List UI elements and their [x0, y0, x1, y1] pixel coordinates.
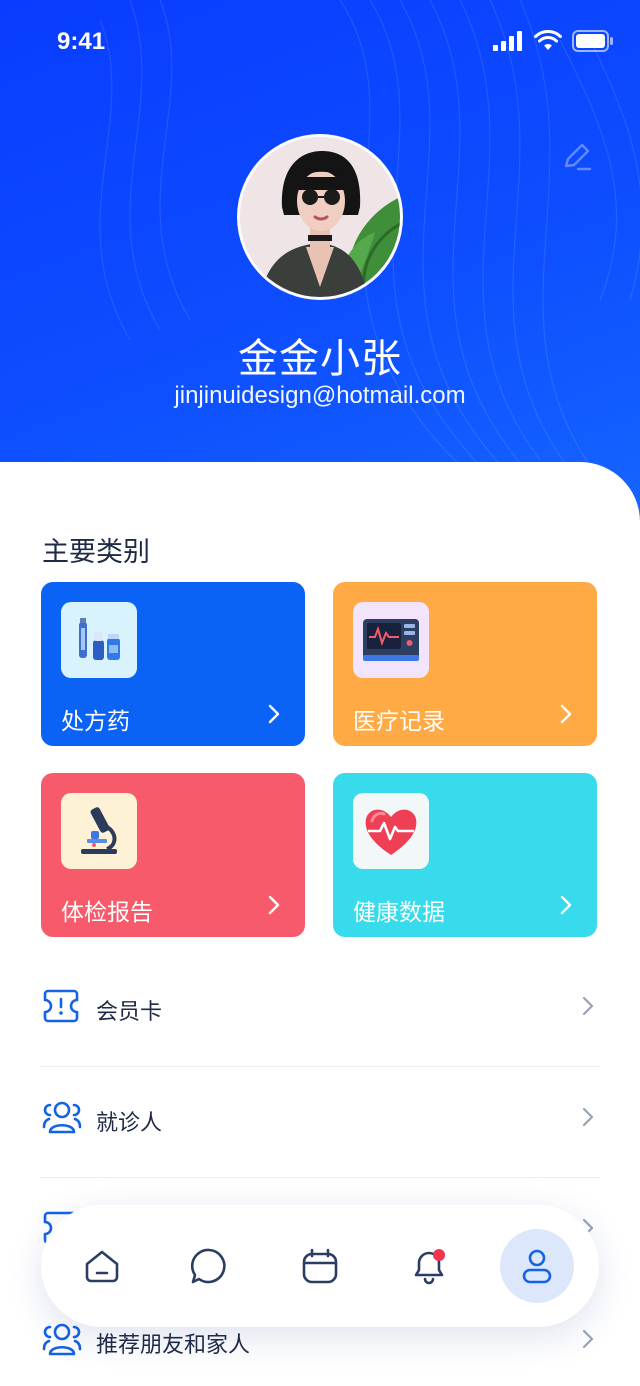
nav-chat-button[interactable] [172, 1229, 246, 1303]
home-icon [85, 1250, 119, 1283]
card-label: 医疗记录 [353, 709, 445, 735]
battery-icon [572, 30, 613, 52]
edit-icon[interactable] [560, 140, 594, 174]
monitor-icon [353, 602, 429, 678]
microscope-icon [61, 793, 137, 869]
bell-icon [414, 1249, 445, 1285]
menu-item-label: 推荐朋友和家人 [96, 1333, 251, 1358]
chevron-right-icon [268, 704, 280, 724]
category-card-prescription[interactable]: 处方药 [41, 582, 305, 746]
notification-badge [433, 1249, 445, 1261]
menu-item-membership-card[interactable]: 会员卡 [40, 956, 600, 1066]
profile-header: 9:41 金金小张 jinjinuidesign@hotmail.com [0, 0, 640, 520]
chevron-right-icon [560, 704, 572, 724]
chat-icon [190, 1248, 226, 1284]
calendar-icon [302, 1248, 338, 1284]
nav-calendar-button[interactable] [283, 1229, 357, 1303]
status-icons [492, 30, 614, 52]
wifi-icon [534, 30, 562, 50]
menu-item-label: 会员卡 [96, 1000, 163, 1025]
chevron-right-icon [268, 895, 280, 915]
chevron-right-icon [560, 895, 572, 915]
nav-notifications-button[interactable] [392, 1229, 466, 1303]
user-name: 金金小张 [238, 336, 402, 382]
avatar[interactable] [237, 134, 403, 300]
heart-icon [353, 793, 429, 869]
card-label: 体检报告 [61, 900, 153, 926]
medicine-icon [61, 602, 137, 678]
chevron-right-icon [582, 996, 594, 1016]
card-label: 处方药 [61, 709, 130, 735]
nav-profile-button[interactable] [500, 1229, 574, 1303]
chevron-right-icon [582, 1107, 594, 1127]
status-bar: 9:41 [0, 0, 640, 84]
menu-item-label: 就诊人 [96, 1111, 163, 1136]
category-card-health-data[interactable]: 健康数据 [333, 773, 597, 937]
category-card-medical-records[interactable]: 医疗记录 [333, 582, 597, 746]
user-icon [522, 1249, 552, 1284]
bottom-nav [41, 1205, 599, 1327]
section-title: 主要类别 [42, 537, 150, 568]
user-email: jinjinuidesign@hotmail.com [174, 382, 466, 409]
card-label: 健康数据 [353, 900, 445, 926]
menu-item-patients[interactable]: 就诊人 [40, 1067, 600, 1177]
nav-home-button[interactable] [65, 1229, 139, 1303]
signal-icon [493, 31, 522, 51]
ticket-icon [43, 989, 79, 1023]
avatar-illustration [240, 137, 400, 297]
chevron-right-icon [582, 1329, 594, 1349]
users-icon [42, 1323, 82, 1356]
status-time: 9:41 [57, 28, 106, 55]
users-icon [42, 1101, 82, 1134]
category-card-checkup-report[interactable]: 体检报告 [41, 773, 305, 937]
